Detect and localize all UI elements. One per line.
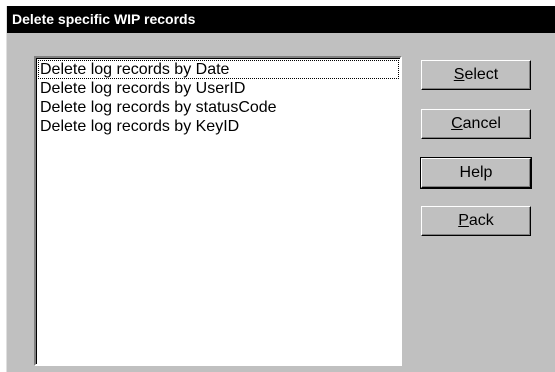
list-item-delete-by-date[interactable]: Delete log records by Date [38, 60, 399, 79]
delete-wip-records-dialog: Delete specific WIP records Delete log r… [6, 6, 555, 372]
list-item-delete-by-keyid[interactable]: Delete log records by KeyID [38, 117, 399, 136]
select-button[interactable]: Select [421, 60, 531, 90]
list-item-delete-by-userid[interactable]: Delete log records by UserID [38, 79, 399, 98]
pack-button[interactable]: Pack [421, 206, 531, 236]
delete-options-listbox[interactable]: Delete log records by Date Delete log re… [34, 56, 402, 366]
cancel-button[interactable]: Cancel [421, 109, 531, 139]
window-title: Delete specific WIP records [7, 6, 555, 33]
help-button[interactable]: Help [420, 157, 532, 189]
list-item-delete-by-statuscode[interactable]: Delete log records by statusCode [38, 98, 399, 117]
